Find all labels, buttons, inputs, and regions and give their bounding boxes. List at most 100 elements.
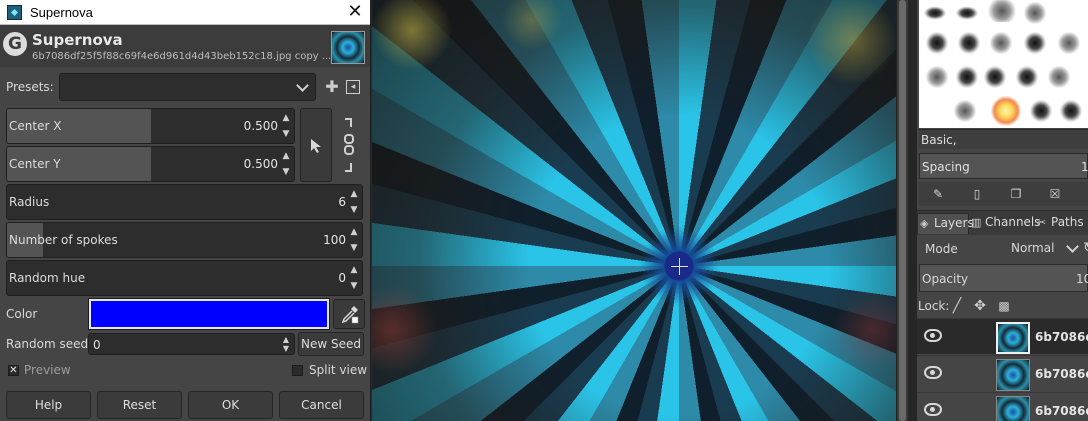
increment-icon[interactable]: ▲ xyxy=(349,263,359,277)
layer-row[interactable]: 6b7086df xyxy=(917,355,1088,391)
image-name: 6b7086df25f5f88c69f4e6d961d4d43beb152c18… xyxy=(32,51,332,62)
tab-layers[interactable]: ◈ Layers xyxy=(917,213,974,234)
decrement-icon[interactable]: ▼ xyxy=(349,279,359,293)
brush-item[interactable] xyxy=(1057,32,1081,54)
decrement-icon[interactable]: ▼ xyxy=(281,127,291,141)
brush-item[interactable] xyxy=(989,32,1013,54)
brush-item[interactable] xyxy=(1047,66,1071,88)
lock-pixels-icon[interactable]: ╱ xyxy=(950,299,964,313)
crosshair-icon[interactable] xyxy=(671,258,688,275)
edit-brush-icon[interactable]: ✎ xyxy=(931,187,945,201)
brush-item[interactable] xyxy=(925,66,949,88)
center-x-spinscale[interactable]: Center X 0.500 ▲ ▼ xyxy=(6,108,295,144)
close-icon[interactable]: ✕ xyxy=(343,1,367,23)
layer-name: 6b7086df xyxy=(1035,330,1088,344)
decrement-icon[interactable]: ▼ xyxy=(349,241,359,255)
brush-item[interactable] xyxy=(955,66,979,88)
reset-mode-icon[interactable]: ↻ xyxy=(1083,241,1088,255)
random-hue-label: Random hue xyxy=(9,271,86,285)
opacity-spinscale[interactable]: Opacity 100 xyxy=(919,264,1088,292)
pointer-icon xyxy=(311,139,321,153)
brush-item[interactable] xyxy=(953,100,977,122)
layer-name: 6b7086df xyxy=(1035,367,1088,381)
new-seed-button[interactable]: New Seed xyxy=(298,332,364,356)
increment-icon[interactable]: ▲ xyxy=(281,335,291,344)
scrollbar-thumb[interactable] xyxy=(899,0,906,421)
cancel-button[interactable]: Cancel xyxy=(279,391,364,419)
presets-label: Presets: xyxy=(6,80,54,94)
visibility-eye-icon[interactable] xyxy=(924,403,942,416)
canvas-vertical-scrollbar[interactable] xyxy=(896,0,908,421)
brush-item[interactable] xyxy=(1029,100,1053,122)
increment-icon[interactable]: ▲ xyxy=(281,111,291,125)
increment-icon[interactable]: ▲ xyxy=(281,149,291,163)
window-title: Supernova xyxy=(30,5,93,20)
lock-row: Lock: ╱ ✥ ▩ xyxy=(917,295,1088,317)
increment-icon[interactable]: ▲ xyxy=(349,187,359,201)
center-y-spinscale[interactable]: Center Y 0.500 ▲ ▼ xyxy=(6,146,295,182)
brush-item[interactable] xyxy=(1015,66,1039,88)
brush-item[interactable] xyxy=(923,6,947,20)
color-swatch-button[interactable] xyxy=(88,298,330,330)
chevron-down-icon xyxy=(1066,240,1079,253)
eyedropper-button[interactable] xyxy=(333,299,365,329)
filter-name: Supernova xyxy=(32,31,123,49)
pick-center-button[interactable] xyxy=(300,108,332,182)
new-brush-icon[interactable]: ▯ xyxy=(970,187,984,201)
decrement-icon[interactable]: ▼ xyxy=(281,165,291,179)
reset-button[interactable]: Reset xyxy=(97,391,182,419)
lock-position-icon[interactable]: ✥ xyxy=(973,299,987,313)
brush-item[interactable] xyxy=(925,32,949,54)
preset-menu-icon[interactable]: ◂ xyxy=(346,80,360,94)
visibility-eye-icon[interactable] xyxy=(924,366,942,379)
layer-row[interactable]: 6b7086df xyxy=(917,318,1088,354)
random-hue-spinscale[interactable]: Random hue 0 ▲ ▼ xyxy=(6,260,363,296)
decrement-icon[interactable]: ▼ xyxy=(281,344,291,353)
radius-value: 6 xyxy=(338,195,346,209)
brush-item[interactable] xyxy=(991,96,1021,126)
spacing-spinscale[interactable]: Spacing 10 xyxy=(919,153,1088,179)
chevron-down-icon xyxy=(296,79,309,92)
spokes-spinscale[interactable]: Number of spokes 100 ▲ ▼ xyxy=(6,222,363,258)
layer-name: 6b7086df xyxy=(1035,404,1088,418)
brush-item[interactable] xyxy=(955,6,979,20)
brushes-grid[interactable] xyxy=(919,0,1088,128)
spacing-value: 10 xyxy=(1081,160,1088,174)
visibility-eye-icon[interactable] xyxy=(924,329,942,342)
layer-thumbnail xyxy=(996,396,1030,421)
brush-item[interactable] xyxy=(1023,32,1047,54)
ok-button[interactable]: OK xyxy=(188,391,273,419)
chain-link-icon[interactable] xyxy=(341,117,357,173)
duplicate-brush-icon[interactable]: ❐ xyxy=(1009,187,1023,201)
dock-separator[interactable] xyxy=(908,0,917,421)
brush-item[interactable] xyxy=(985,0,1019,22)
add-preset-icon[interactable]: ✚ xyxy=(325,79,339,95)
split-view-checkbox[interactable] xyxy=(292,365,303,376)
layer-thumbnail xyxy=(996,359,1030,391)
decrement-icon[interactable]: ▼ xyxy=(349,203,359,217)
tab-paths[interactable]: ✂ Paths xyxy=(1035,213,1086,234)
brush-item[interactable] xyxy=(1023,2,1047,24)
brush-item[interactable] xyxy=(957,32,981,54)
random-seed-input[interactable]: 0 ▲ ▼ xyxy=(88,333,295,355)
tab-channels[interactable]: ▥ Channels xyxy=(969,213,1043,234)
lock-label: Lock: xyxy=(918,299,950,313)
lock-alpha-icon[interactable]: ▩ xyxy=(997,299,1011,313)
radius-spinscale[interactable]: Radius 6 ▲ ▼ xyxy=(6,184,363,220)
right-dock: Basic, Spacing 10 ✎ ▯ ❐ ☒ ◈Layers ▥Chann… xyxy=(917,0,1088,421)
dialog-titlebar: Supernova ✕ xyxy=(0,0,370,25)
presets-combo[interactable] xyxy=(59,73,316,101)
random-seed-label: Random seed xyxy=(6,337,89,351)
brush-item[interactable] xyxy=(1059,100,1083,122)
help-button[interactable]: Help xyxy=(6,391,91,419)
dock-tabs: ◈ Layers ▥ Channels ✂ Paths xyxy=(917,210,1088,235)
layer-row[interactable]: 6b7086df xyxy=(917,392,1088,421)
brush-item[interactable] xyxy=(983,66,1007,88)
mode-combo[interactable]: Normal xyxy=(1005,238,1081,260)
preview-label: Preview xyxy=(24,363,71,377)
delete-brush-icon[interactable]: ☒ xyxy=(1048,187,1062,201)
increment-icon[interactable]: ▲ xyxy=(349,225,359,239)
image-canvas[interactable] xyxy=(372,0,896,421)
preview-checkbox[interactable]: ✕ xyxy=(8,365,19,376)
split-view-label: Split view xyxy=(309,363,368,377)
